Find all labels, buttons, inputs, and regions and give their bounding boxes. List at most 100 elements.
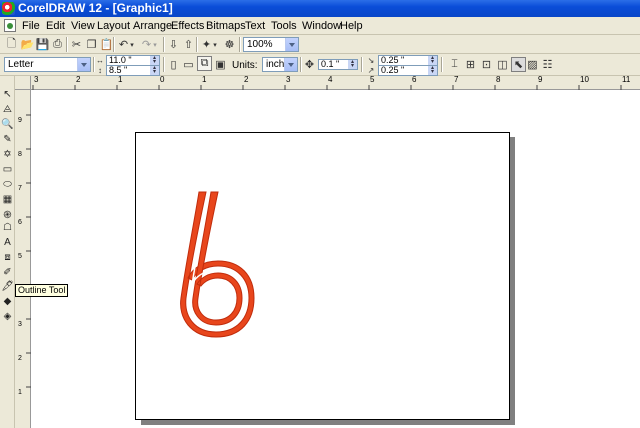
ruler-label: 1 — [18, 389, 22, 396]
import-icon[interactable]: ⇩ — [166, 37, 181, 52]
options-icon[interactable]: ☷ — [540, 57, 555, 72]
outline-tool-icon[interactable]: 🖋 — [1, 280, 14, 293]
paper-type-combo[interactable]: Letter — [4, 57, 91, 72]
menu-arrange[interactable]: Arrange — [133, 20, 172, 32]
spinner-arrows-icon[interactable]: ▴ ▾ — [428, 55, 437, 65]
units-label: Units: — [232, 60, 258, 71]
chevron-down-icon[interactable] — [284, 58, 297, 71]
menu-effects[interactable]: Effects — [171, 20, 204, 32]
eyedropper-tool-icon[interactable]: ✐ — [1, 266, 14, 279]
menu-layout[interactable]: Layout — [97, 20, 130, 32]
chevron-down-icon[interactable] — [285, 38, 298, 51]
ruler-label: 6 — [18, 219, 22, 226]
current-page-icon[interactable]: ▣ — [213, 57, 228, 72]
ellipse-tool-icon[interactable]: ⬭ — [1, 178, 14, 191]
ruler-label: 1 — [118, 75, 123, 84]
ruler-label: 3 — [34, 75, 39, 84]
print-icon[interactable]: ⎙ — [50, 37, 65, 52]
menu-text[interactable]: Text — [245, 20, 265, 32]
launcher-dropdown-icon[interactable]: ▾ — [211, 37, 219, 52]
text-tool-icon[interactable]: A — [1, 236, 14, 249]
grid-icon[interactable]: ⊞ — [463, 57, 478, 72]
undo-dropdown-icon[interactable]: ▾ — [128, 37, 136, 52]
landscape-icon[interactable]: ▭ — [181, 57, 196, 72]
treat-as-filled-icon[interactable]: ▨ — [525, 57, 540, 72]
polygon-tool-icon[interactable]: ▦ — [1, 193, 14, 206]
menu-bar: File Edit View Layout Arrange Effects Bi… — [0, 17, 640, 35]
standard-toolbar: 🗋 📂 💾 ⎙ ✂ ❐ 📋 ↶ ▾ ↷ ▾ ⇩ ⇧ ✦ ▾ ☸ 100% — [0, 35, 640, 54]
menu-bitmaps[interactable]: Bitmaps — [206, 20, 246, 32]
corel-online-icon[interactable]: ☸ — [222, 37, 237, 52]
ruler-label: 5 — [370, 75, 375, 84]
guidelines-icon[interactable]: ◫ — [495, 57, 510, 72]
freehand-tool-icon[interactable]: ✎ — [1, 133, 14, 146]
fill-tool-icon[interactable]: ◆ — [1, 295, 14, 308]
ruler-label: 8 — [18, 151, 22, 158]
title-bar: CorelDRAW 12 - [Graphic1] — [0, 0, 640, 17]
paste-icon[interactable]: 📋 — [99, 37, 114, 52]
ruler-label: 0 — [160, 75, 165, 84]
export-icon[interactable]: ⇧ — [181, 37, 196, 52]
nudge-distance-input[interactable]: 0.1 " ▴ ▾ — [318, 59, 358, 70]
menu-file[interactable]: File — [22, 20, 40, 32]
snap-icon[interactable]: ⊡ — [479, 57, 494, 72]
page-height-icon: ↕ — [98, 65, 102, 75]
shape-outer-stroke[interactable] — [180, 191, 255, 338]
drawing-page[interactable] — [135, 132, 510, 420]
spinner-arrows-icon[interactable]: ▴ ▾ — [150, 55, 159, 65]
page-height-input[interactable]: 8.5 " ▴ ▾ — [106, 65, 160, 76]
pick-tool-icon[interactable]: ↖ — [1, 88, 14, 101]
ruler-origin[interactable] — [15, 76, 31, 90]
interactive-fill-tool-icon[interactable]: ◈ — [1, 310, 14, 323]
ruler-label: 10 — [580, 75, 589, 84]
smart-fill-tool-icon[interactable]: ✡ — [1, 148, 14, 161]
copy-icon[interactable]: ❐ — [84, 37, 99, 52]
duplicate-y-value: 0.25 " — [381, 65, 405, 75]
vertical-ruler[interactable]: 9 8 7 6 5 4 3 2 1 — [15, 90, 31, 428]
menu-window[interactable]: Window — [302, 20, 341, 32]
spinner-arrows-icon[interactable]: ▴ ▾ — [348, 59, 357, 69]
spinner-arrows-icon[interactable]: ▴ ▾ — [428, 65, 437, 75]
menu-help[interactable]: Help — [340, 20, 363, 32]
ruler-label: 5 — [18, 253, 22, 260]
basic-shapes-tool-icon[interactable]: ☖ — [1, 221, 14, 234]
cut-icon[interactable]: ✂ — [69, 37, 84, 52]
nudge-icon: ✥ — [304, 59, 315, 71]
paper-type-value: Letter — [8, 59, 34, 70]
chevron-down-icon[interactable] — [77, 58, 90, 71]
ruler-label: 11 — [622, 75, 631, 84]
document-icon[interactable] — [4, 19, 16, 32]
zoom-level-combo[interactable]: 100% — [243, 37, 299, 52]
window-title: CorelDRAW 12 - [Graphic1] — [18, 1, 173, 15]
nudge-value: 0.1 " — [321, 59, 340, 69]
duplicate-y-input[interactable]: 0.25 " ▴ ▾ — [378, 65, 438, 76]
spinner-arrows-icon[interactable]: ▴ ▾ — [150, 65, 159, 75]
page-bleed-icon[interactable]: ⌶ — [447, 57, 462, 72]
tooltip: Outline Tool — [15, 284, 69, 297]
rectangle-tool-icon[interactable]: ▭ — [1, 163, 14, 176]
page-width-icon: ↔ — [96, 55, 104, 65]
redo-dropdown-icon[interactable]: ▾ — [151, 37, 159, 52]
portrait-icon[interactable]: ▯ — [166, 57, 181, 72]
ruler-label: 4 — [328, 75, 333, 84]
units-combo[interactable]: inches — [262, 57, 298, 72]
zoom-tool-icon[interactable]: 🔍 — [1, 118, 14, 131]
horizontal-ruler[interactable]: 3 2 1 0 1 2 3 4 5 6 7 8 9 10 11 — [15, 75, 640, 90]
interactive-blend-tool-icon[interactable]: ⧈ — [1, 251, 14, 264]
ruler-label: 7 — [454, 75, 459, 84]
menu-tools[interactable]: Tools — [271, 20, 297, 32]
ruler-label: 2 — [244, 75, 249, 84]
menu-view[interactable]: View — [71, 20, 95, 32]
menu-edit[interactable]: Edit — [46, 20, 65, 32]
spiral-tool-icon[interactable]: ֎ — [1, 207, 14, 221]
new-document-icon[interactable]: 🗋 — [4, 37, 19, 52]
ruler-label: 2 — [76, 75, 81, 84]
open-icon[interactable]: 📂 — [20, 37, 35, 52]
shape-tool-icon[interactable]: ⨺ — [1, 103, 14, 116]
save-icon[interactable]: 💾 — [35, 37, 50, 52]
all-pages-icon[interactable]: ⧉ — [197, 56, 212, 71]
snap-to-objects-icon[interactable]: ⬉ — [511, 57, 526, 72]
drawing-graphic[interactable] — [136, 133, 509, 419]
ruler-label: 8 — [496, 75, 501, 84]
coreldraw-app-icon — [2, 2, 15, 15]
